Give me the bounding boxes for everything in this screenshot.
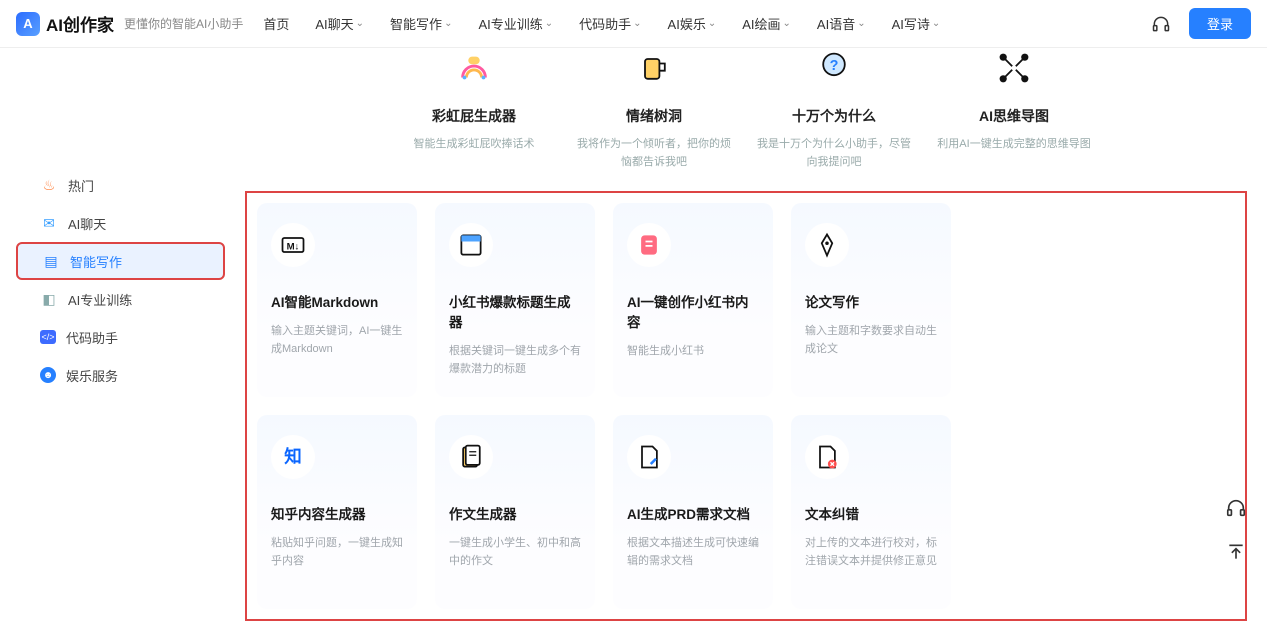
card-desc: 我将作为一个倾听者，把你的烦恼都告诉我吧 [575, 136, 733, 171]
card-desc: 对上传的文本进行校对，标注错误文本并提供修正意见 [805, 535, 937, 570]
zhi-icon: 知 [271, 435, 315, 479]
question-icon: ? [814, 48, 854, 88]
prd-icon [627, 435, 671, 479]
tagline: 更懂你的智能AI小助手 [124, 15, 243, 32]
logo-icon: A [16, 12, 40, 36]
sidebar-item-label: 热门 [68, 176, 94, 195]
tool-card-md[interactable]: M↓ AI智能Markdown 输入主题关键词，AI一键生成Markdown [257, 203, 417, 397]
nav-item-8[interactable]: AI写诗⌄ [892, 14, 941, 33]
pen-icon [805, 223, 849, 267]
nav-item-5[interactable]: AI娱乐⌄ [668, 14, 717, 33]
support-icon[interactable] [1223, 495, 1249, 521]
tool-card-prd[interactable]: AI生成PRD需求文档根据文本描述生成可快速编辑的需求文档 [613, 415, 773, 609]
preview-card-3[interactable]: AI思维导图利用AI一键生成完整的思维导图 [935, 48, 1093, 171]
sidebar: ♨ 热门 ✉ AI聊天 ▤ 智能写作 ◧ AI专业训练 </> 代码助手 ☻ 娱乐服务 [0, 48, 225, 625]
card-desc: 粘贴知乎问题，一键生成知乎内容 [271, 535, 403, 570]
nav-item-7[interactable]: AI语音⌄ [817, 14, 866, 33]
card-desc: 一键生成小学生、初中和高中的作文 [449, 535, 581, 570]
brand-name: AI创作家 [46, 11, 114, 36]
back-to-top-icon[interactable] [1223, 539, 1249, 565]
top-nav: 首页 AI聊天⌄ 智能写作⌄ AI专业训练⌄ 代码助手⌄ AI娱乐⌄ AI绘画⌄ AI语音⌄ A… [263, 14, 1151, 33]
sidebar-item-label: 娱乐服务 [66, 366, 118, 385]
window-icon [449, 223, 493, 267]
code-icon: </> [40, 330, 56, 344]
chevron-down-icon: ⌄ [857, 18, 865, 29]
tool-card-pen[interactable]: 论文写作输入主题和字数要求自动生成论文 [791, 203, 951, 397]
card-desc: 输入主题关键词，AI一键生成Markdown [271, 323, 403, 358]
card-desc: 根据关键词一键生成多个有爆款潜力的标题 [449, 343, 581, 378]
nav-item-1[interactable]: AI聊天⌄ [315, 14, 364, 33]
login-button[interactable]: 登录 [1189, 8, 1251, 39]
essay-icon [449, 435, 493, 479]
nav-item-2[interactable]: 智能写作⌄ [390, 14, 452, 33]
fire-icon: ♨ [40, 176, 58, 194]
cup-icon [634, 48, 674, 88]
svg-text:知: 知 [284, 446, 302, 466]
rainbow-icon [454, 48, 494, 88]
chevron-down-icon: ⌄ [545, 18, 553, 29]
sidebar-item-label: AI聊天 [68, 214, 106, 233]
card-desc: 智能生成彩虹屁吹捧话术 [395, 136, 553, 154]
tool-card-zhi[interactable]: 知知乎内容生成器粘贴知乎问题，一键生成知乎内容 [257, 415, 417, 609]
card-title: 文本纠错 [805, 503, 937, 523]
highlighted-section: M↓ AI智能Markdown 输入主题关键词，AI一键生成Markdown 小红书爆… [245, 191, 1247, 621]
nav-item-6[interactable]: AI绘画⌄ [742, 14, 791, 33]
chevron-down-icon: ⌄ [444, 18, 452, 29]
preview-card-2[interactable]: ? 十万个为什么我是十万个为什么小助手，尽管向我提问吧 [755, 48, 913, 171]
sidebar-item-1[interactable]: ✉ AI聊天 [16, 204, 225, 242]
train-icon: ◧ [40, 290, 58, 308]
sidebar-item-0[interactable]: ♨ 热门 [16, 166, 225, 204]
sidebar-item-3[interactable]: ◧ AI专业训练 [16, 280, 225, 318]
card-desc: 我是十万个为什么小助手，尽管向我提问吧 [755, 136, 913, 171]
chevron-down-icon: ⌄ [783, 18, 791, 29]
sidebar-item-label: 智能写作 [70, 252, 122, 271]
headset-icon[interactable] [1151, 14, 1171, 34]
card-desc: 利用AI一键生成完整的思维导图 [935, 136, 1093, 154]
preview-card-1[interactable]: 情绪树洞我将作为一个倾听者，把你的烦恼都告诉我吧 [575, 48, 733, 171]
card-title: AI一键创作小红书内容 [627, 291, 759, 331]
sidebar-item-label: AI专业训练 [68, 290, 132, 309]
sidebar-item-4[interactable]: </> 代码助手 [16, 318, 225, 356]
card-title: AI智能Markdown [271, 291, 403, 311]
sidebar-item-2[interactable]: ▤ 智能写作 [16, 242, 225, 280]
nav-item-4[interactable]: 代码助手⌄ [579, 14, 641, 33]
card-title: 彩虹屁生成器 [395, 106, 553, 126]
correct-icon [805, 435, 849, 479]
md-icon: M↓ [271, 223, 315, 267]
card-title: AI生成PRD需求文档 [627, 503, 759, 523]
entertainment-icon: ☻ [40, 367, 56, 383]
tool-card-essay[interactable]: 作文生成器一键生成小学生、初中和高中的作文 [435, 415, 595, 609]
write-icon: ▤ [42, 252, 60, 270]
sidebar-item-label: 代码助手 [66, 328, 118, 347]
top-bar: A AI创作家 更懂你的智能AI小助手 首页 AI聊天⌄ 智能写作⌄ AI专业训练⌄ 代… [0, 0, 1267, 48]
card-title: 情绪树洞 [575, 106, 733, 126]
note-icon [627, 223, 671, 267]
chevron-down-icon: ⌄ [356, 18, 364, 29]
chevron-down-icon: ⌄ [708, 18, 716, 29]
chat-icon: ✉ [40, 214, 58, 232]
chevron-down-icon: ⌄ [633, 18, 641, 29]
chevron-down-icon: ⌄ [932, 18, 940, 29]
mindmap-icon [994, 48, 1034, 88]
card-title: 论文写作 [805, 291, 937, 311]
card-desc: 智能生成小红书 [627, 343, 759, 361]
card-desc: 输入主题和字数要求自动生成论文 [805, 323, 937, 358]
card-title: AI思维导图 [935, 106, 1093, 126]
tool-card-correct[interactable]: 文本纠错对上传的文本进行校对，标注错误文本并提供修正意见 [791, 415, 951, 609]
tool-card-note[interactable]: AI一键创作小红书内容智能生成小红书 [613, 203, 773, 397]
svg-text:?: ? [830, 58, 839, 74]
card-title: 小红书爆款标题生成器 [449, 291, 581, 331]
tool-card-window[interactable]: 小红书爆款标题生成器根据关键词一键生成多个有爆款潜力的标题 [435, 203, 595, 397]
svg-text:M↓: M↓ [287, 242, 300, 253]
sidebar-item-5[interactable]: ☻ 娱乐服务 [16, 356, 225, 394]
card-title: 十万个为什么 [755, 106, 913, 126]
preview-card-0[interactable]: 彩虹屁生成器智能生成彩虹屁吹捧话术 [395, 48, 553, 171]
logo[interactable]: A AI创作家 [16, 11, 114, 36]
card-title: 作文生成器 [449, 503, 581, 523]
card-desc: 根据文本描述生成可快速编辑的需求文档 [627, 535, 759, 570]
nav-item-3[interactable]: AI专业训练⌄ [478, 14, 553, 33]
card-title: 知乎内容生成器 [271, 503, 403, 523]
content-area: 彩虹屁生成器智能生成彩虹屁吹捧话术情绪树洞我将作为一个倾听者，把你的烦恼都告诉我… [225, 48, 1267, 625]
nav-item-0[interactable]: 首页 [263, 14, 289, 33]
